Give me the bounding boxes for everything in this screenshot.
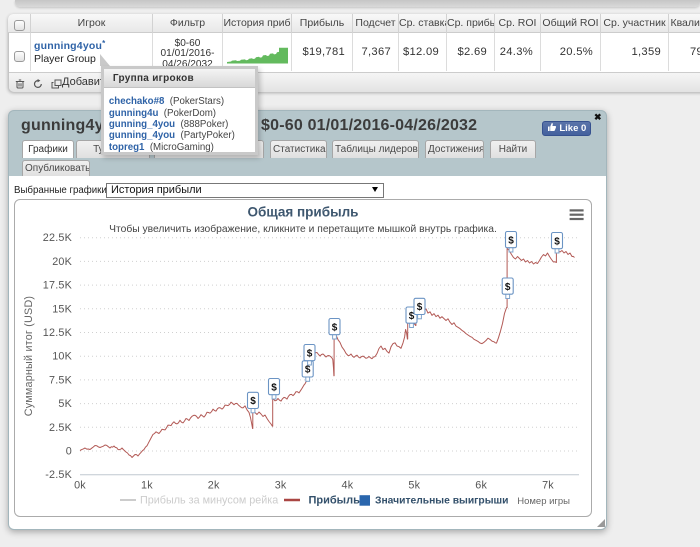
svg-text:20K: 20K bbox=[52, 256, 72, 268]
svg-text:$: $ bbox=[271, 382, 277, 393]
svg-text:17.5K: 17.5K bbox=[43, 280, 73, 292]
svg-text:5k: 5k bbox=[408, 480, 420, 492]
svg-text:$: $ bbox=[250, 396, 256, 407]
svg-text:$: $ bbox=[307, 348, 313, 359]
svg-text:$: $ bbox=[554, 236, 560, 247]
svg-text:22.5K: 22.5K bbox=[43, 232, 73, 244]
svg-text:Прибыль: Прибыль bbox=[309, 495, 361, 507]
svg-text:2k: 2k bbox=[208, 480, 220, 492]
svg-text:Суммарный итог (USD): Суммарный итог (USD) bbox=[23, 296, 35, 416]
svg-text:3k: 3k bbox=[275, 480, 287, 492]
svg-text:$: $ bbox=[417, 302, 423, 313]
svg-text:7k: 7k bbox=[542, 480, 554, 492]
svg-text:2.5K: 2.5K bbox=[49, 422, 73, 434]
svg-text:1k: 1k bbox=[141, 480, 153, 492]
svg-text:-2.5K: -2.5K bbox=[45, 469, 72, 481]
svg-text:4k: 4k bbox=[341, 480, 353, 492]
svg-text:10K: 10K bbox=[52, 351, 72, 363]
svg-text:12.5K: 12.5K bbox=[43, 327, 73, 339]
svg-text:Номер игры: Номер игры bbox=[517, 496, 570, 507]
svg-text:$: $ bbox=[508, 235, 514, 246]
svg-text:5K: 5K bbox=[58, 398, 72, 410]
svg-text:Чтобы увеличить изображение, к: Чтобы увеличить изображение, кликните и … bbox=[109, 223, 497, 235]
svg-text:$: $ bbox=[505, 282, 511, 293]
svg-text:15K: 15K bbox=[52, 303, 72, 315]
svg-text:$: $ bbox=[332, 322, 338, 333]
svg-text:7.5K: 7.5K bbox=[49, 374, 73, 386]
svg-text:$: $ bbox=[305, 365, 311, 376]
svg-text:6k: 6k bbox=[475, 480, 487, 492]
svg-text:0: 0 bbox=[66, 446, 72, 458]
svg-text:Значительные выигрыши: Значительные выигрыши bbox=[375, 496, 508, 507]
svg-text:0k: 0k bbox=[74, 480, 86, 492]
svg-text:Прибыль за минусом рейка: Прибыль за минусом рейка bbox=[140, 495, 278, 507]
svg-text:Общая прибыль: Общая прибыль bbox=[248, 205, 359, 220]
